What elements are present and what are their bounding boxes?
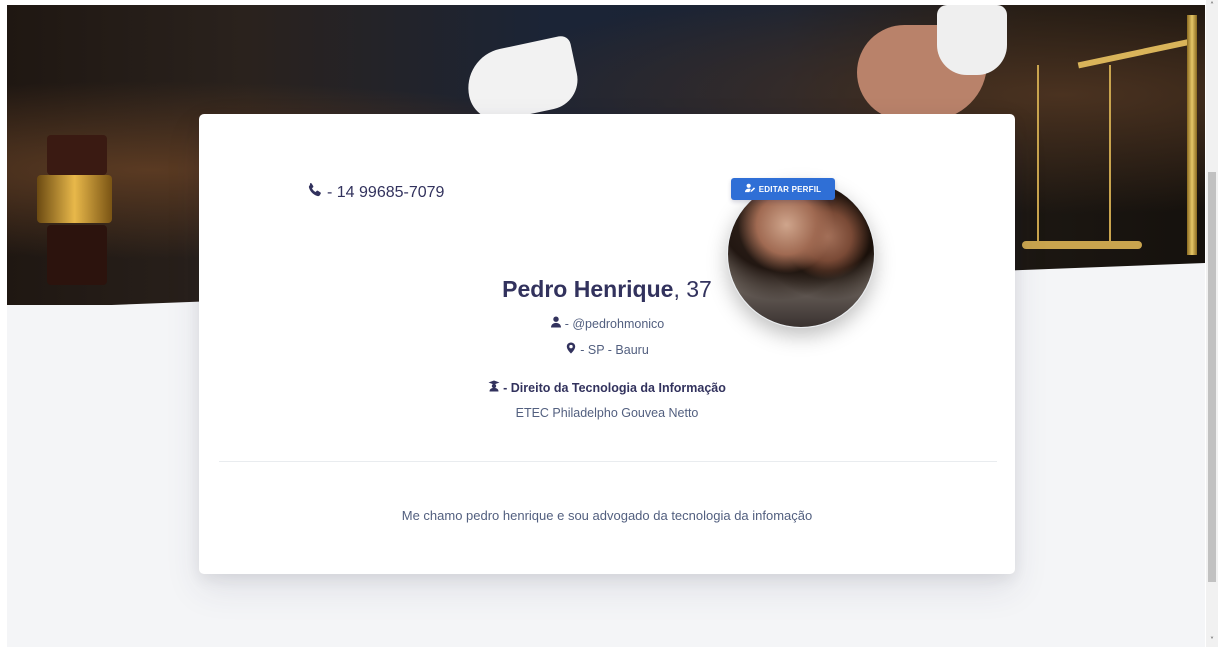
profile-school: ETEC Philadelpho Gouvea Netto: [515, 406, 699, 420]
hero-decoration: [1187, 15, 1197, 255]
handle-text: - @pedrohmonico: [564, 316, 665, 331]
page-scrollbar[interactable]: ˄ ˅: [1206, 0, 1218, 647]
graduate-icon: [488, 380, 500, 395]
user-edit-icon: [744, 183, 756, 195]
course-text: - Direito da Tecnologia da Informação: [503, 380, 726, 395]
hero-decoration: [1037, 65, 1111, 245]
profile-location: - SP - Bauru: [199, 342, 1015, 357]
user-icon: [550, 316, 562, 331]
scroll-thumb[interactable]: [1208, 172, 1216, 582]
hero-decoration: [1022, 241, 1142, 249]
avatar[interactable]: [727, 180, 875, 328]
map-marker-icon: [565, 342, 577, 357]
edit-profile-label: EDITAR PERFIL: [758, 184, 822, 194]
profile-name-heading: Pedro Henrique, 37: [199, 276, 1015, 303]
hero-decoration: [47, 225, 107, 285]
profile-bio: Me chamo pedro henrique e sou advogado d…: [401, 508, 813, 523]
scroll-up-arrow[interactable]: ˄: [1206, 0, 1218, 12]
phone-info: - 14 99685-7079: [307, 182, 444, 203]
profile-handle: - @pedrohmonico: [199, 316, 1015, 331]
location-text: - SP - Bauru: [580, 342, 649, 357]
phone-number: - 14 99685-7079: [327, 183, 445, 201]
hero-decoration: [47, 135, 107, 175]
profile-course: - Direito da Tecnologia da Informação: [199, 380, 1015, 395]
hero-decoration: [460, 34, 584, 126]
edit-profile-button[interactable]: EDITAR PERFIL: [731, 178, 835, 200]
divider: [219, 461, 997, 462]
phone-icon: [307, 182, 323, 203]
profile-age: , 37: [673, 276, 712, 302]
profile-card: - 14 99685-7079 EDITAR PERFIL Pedro Henr…: [199, 114, 1015, 574]
hero-decoration: [1077, 37, 1197, 69]
scroll-down-arrow[interactable]: ˅: [1206, 635, 1218, 647]
page-viewport: - 14 99685-7079 EDITAR PERFIL Pedro Henr…: [7, 5, 1205, 647]
hero-decoration: [937, 5, 1007, 75]
hero-decoration: [37, 175, 112, 223]
profile-name: Pedro Henrique: [502, 276, 674, 302]
